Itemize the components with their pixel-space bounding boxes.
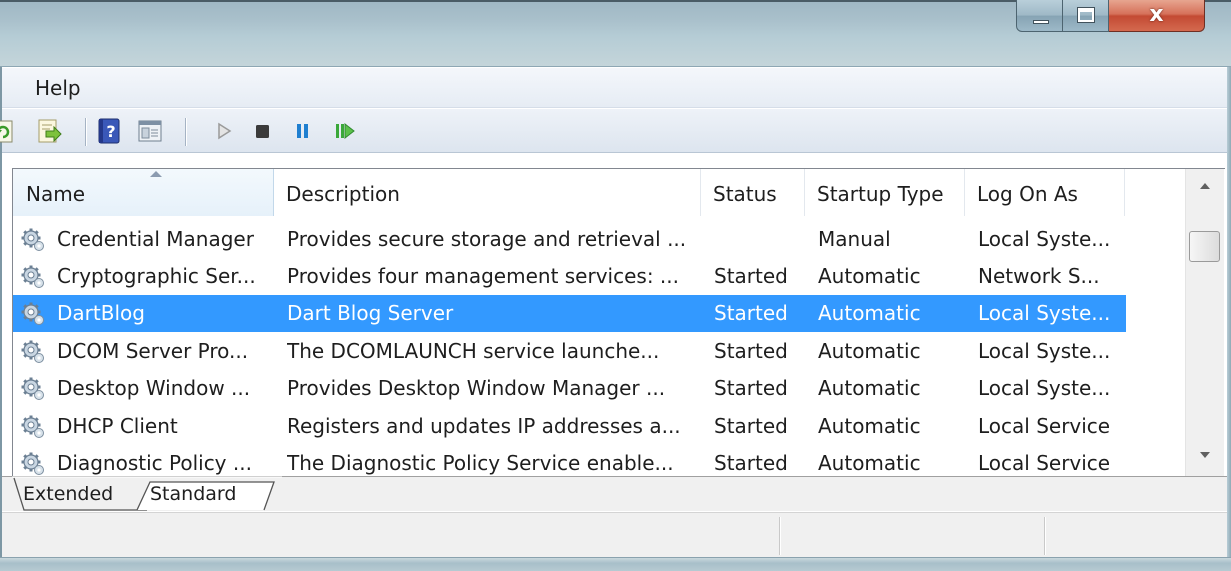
svg-text:?: ? bbox=[106, 122, 115, 141]
cell-status: Started bbox=[714, 451, 788, 475]
table-row[interactable]: DCOM Server Pro... The DCOMLAUNCH servic… bbox=[13, 333, 1126, 370]
cell-status: Started bbox=[714, 264, 788, 288]
cell-log-on-as: Local Service bbox=[978, 451, 1111, 475]
service-gear-icon bbox=[20, 227, 45, 252]
cell-log-on-as: Local Syste... bbox=[978, 227, 1111, 251]
menu-bar: Help bbox=[2, 68, 1227, 108]
pause-service-icon[interactable] bbox=[290, 118, 316, 144]
column-header-startup-type[interactable]: Startup Type bbox=[805, 169, 965, 216]
column-header-name[interactable]: Name bbox=[13, 169, 274, 216]
column-header-description[interactable]: Description bbox=[274, 169, 701, 216]
cell-name: DCOM Server Pro... bbox=[57, 339, 249, 363]
cell-startup-type: Automatic bbox=[818, 264, 921, 288]
cell-status: Started bbox=[714, 339, 788, 363]
column-header-status[interactable]: Status bbox=[701, 169, 805, 216]
cell-description: The Diagnostic Policy Service enable... bbox=[287, 451, 674, 475]
cell-log-on-as: Local Syste... bbox=[978, 376, 1111, 400]
cell-log-on-as: Local Syste... bbox=[978, 301, 1111, 325]
column-header-log-on-as[interactable]: Log On As bbox=[965, 169, 1125, 216]
window-border-bottom bbox=[0, 557, 1231, 571]
cell-log-on-as: Local Syste... bbox=[978, 339, 1111, 363]
scroll-down-button[interactable] bbox=[1186, 436, 1225, 476]
close-icon: x bbox=[1149, 2, 1164, 27]
status-bar-divider bbox=[779, 517, 780, 555]
export-list-icon[interactable] bbox=[36, 118, 62, 144]
status-bar-divider bbox=[1044, 517, 1045, 555]
toolbar-separator bbox=[85, 118, 86, 146]
cell-name: Desktop Window ... bbox=[57, 376, 251, 400]
menu-help[interactable]: Help bbox=[35, 76, 81, 100]
table-row[interactable]: Credential Manager Provides secure stora… bbox=[13, 221, 1126, 258]
tab-standard[interactable]: Standard bbox=[148, 481, 263, 511]
chevron-up-icon bbox=[1200, 183, 1210, 189]
cell-description: Provides Desktop Window Manager ... bbox=[287, 376, 666, 400]
scrollbar-thumb[interactable] bbox=[1189, 231, 1220, 262]
cell-startup-type: Automatic bbox=[818, 376, 921, 400]
minimize-icon bbox=[1033, 20, 1049, 24]
start-service-icon[interactable] bbox=[211, 118, 237, 144]
help-icon[interactable]: ? bbox=[96, 118, 122, 144]
cell-description: Dart Blog Server bbox=[287, 301, 454, 325]
maximize-icon bbox=[1077, 7, 1095, 23]
window-controls: x bbox=[1016, 0, 1205, 48]
table-row[interactable]: Diagnostic Policy ... The Diagnostic Pol… bbox=[13, 445, 1126, 476]
cell-startup-type: Automatic bbox=[818, 301, 921, 325]
properties-icon[interactable] bbox=[137, 118, 163, 144]
service-gear-icon bbox=[20, 301, 45, 326]
table-row[interactable]: Desktop Window ... Provides Desktop Wind… bbox=[13, 370, 1126, 407]
cell-name: Credential Manager bbox=[57, 227, 254, 251]
window-border-right bbox=[1227, 67, 1231, 571]
table-row[interactable]: Cryptographic Ser... Provides four manag… bbox=[13, 258, 1126, 295]
service-gear-icon bbox=[20, 339, 45, 364]
sort-ascending-icon bbox=[150, 171, 162, 177]
cell-description: The DCOMLAUNCH service launche... bbox=[287, 339, 660, 363]
cell-name: Diagnostic Policy ... bbox=[57, 451, 252, 475]
close-button[interactable]: x bbox=[1109, 0, 1205, 32]
cell-name: DHCP Client bbox=[57, 414, 178, 438]
stop-service-icon[interactable] bbox=[250, 118, 276, 144]
cell-name: Cryptographic Ser... bbox=[57, 264, 256, 288]
cell-status: Started bbox=[714, 301, 788, 325]
service-gear-icon bbox=[20, 376, 45, 401]
cell-log-on-as: Network S... bbox=[978, 264, 1100, 288]
cell-status: Started bbox=[714, 414, 788, 438]
cell-description: Provides secure storage and retrieval ..… bbox=[287, 227, 687, 251]
refresh-icon[interactable] bbox=[0, 118, 16, 144]
cell-startup-type: Manual bbox=[818, 227, 891, 251]
scroll-up-button[interactable] bbox=[1186, 169, 1225, 209]
table-row-selected[interactable]: DartBlog Dart Blog Server Started Automa… bbox=[13, 295, 1126, 332]
vertical-scrollbar[interactable] bbox=[1185, 169, 1224, 476]
maximize-button[interactable] bbox=[1063, 0, 1109, 32]
service-gear-icon bbox=[20, 264, 45, 289]
cell-startup-type: Automatic bbox=[818, 451, 921, 475]
cell-log-on-as: Local Service bbox=[978, 414, 1111, 438]
restart-service-icon[interactable] bbox=[331, 118, 357, 144]
chevron-down-icon bbox=[1200, 452, 1210, 458]
tab-extended[interactable]: Extended bbox=[21, 481, 141, 511]
cell-startup-type: Automatic bbox=[818, 339, 921, 363]
cell-startup-type: Automatic bbox=[818, 414, 921, 438]
service-gear-icon bbox=[20, 451, 45, 476]
toolbar: ? bbox=[0, 109, 1227, 153]
cell-description: Provides four management services: ... bbox=[287, 264, 679, 288]
cell-description: Registers and updates IP addresses a... bbox=[287, 414, 681, 438]
toolbar-separator bbox=[185, 118, 186, 146]
minimize-button[interactable] bbox=[1016, 0, 1063, 32]
cell-name: DartBlog bbox=[57, 301, 145, 325]
service-gear-icon bbox=[20, 414, 45, 439]
table-row[interactable]: DHCP Client Registers and updates IP add… bbox=[13, 408, 1126, 445]
cell-status: Started bbox=[714, 376, 788, 400]
